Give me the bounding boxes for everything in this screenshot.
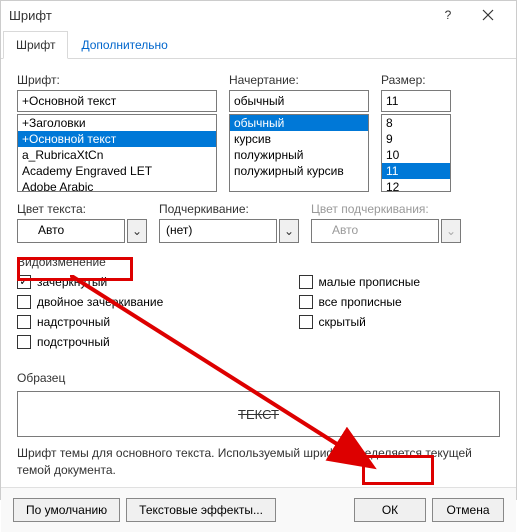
dialog-title: Шрифт — [9, 8, 428, 23]
list-item[interactable]: +Заголовки — [18, 115, 216, 131]
checkbox-smallcaps[interactable]: малые прописные — [299, 275, 501, 289]
checkbox-dstrike[interactable]: двойное зачеркивание — [17, 295, 219, 309]
size-label: Размер: — [381, 73, 451, 87]
style-input[interactable] — [229, 90, 369, 112]
style-label: Начертание: — [229, 73, 369, 87]
size-list[interactable]: 8 9 10 11 12 — [381, 114, 451, 192]
tab-font[interactable]: Шрифт — [3, 31, 68, 59]
size-input[interactable] — [381, 90, 451, 112]
list-item[interactable]: обычный — [230, 115, 368, 131]
help-button[interactable]: ? — [428, 1, 468, 29]
underline-label: Подчеркивание: — [159, 202, 299, 216]
cancel-button[interactable]: Отмена — [432, 498, 504, 522]
underline-combo[interactable]: (нет) ⌄ — [159, 219, 299, 243]
checkbox-strike[interactable]: зачеркнутый — [17, 275, 219, 289]
list-item[interactable]: 10 — [382, 147, 450, 163]
checkbox-allcaps[interactable]: все прописные — [299, 295, 501, 309]
font-input[interactable] — [17, 90, 217, 112]
chevron-down-icon[interactable]: ⌄ — [279, 219, 299, 243]
list-item[interactable]: a_RubricaXtCn — [18, 147, 216, 163]
close-button[interactable] — [468, 1, 508, 29]
list-item[interactable]: +Основной текст — [18, 131, 216, 147]
default-button[interactable]: По умолчанию — [13, 498, 120, 522]
color-label: Цвет текста: — [17, 202, 147, 216]
list-item[interactable]: Adobe Arabic — [18, 179, 216, 192]
effects-label: Видоизменение — [17, 255, 500, 269]
chevron-down-icon[interactable]: ⌄ — [127, 219, 147, 243]
ok-button[interactable]: ОК — [354, 498, 426, 522]
chevron-down-icon: ⌄ — [441, 219, 461, 243]
tab-advanced[interactable]: Дополнительно — [68, 31, 180, 58]
style-list[interactable]: обычный курсив полужирный полужирный кур… — [229, 114, 369, 192]
list-item[interactable]: 12 — [382, 179, 450, 192]
checkbox-subscript[interactable]: подстрочный — [17, 335, 219, 349]
sample-box: ТЕКСТ — [17, 391, 500, 437]
texteffects-button[interactable]: Текстовые эффекты... — [126, 498, 276, 522]
ucolor-combo: Авто ⌄ — [311, 219, 461, 243]
list-item[interactable]: полужирный курсив — [230, 163, 368, 179]
list-item[interactable]: 9 — [382, 131, 450, 147]
hint-text: Шрифт темы для основного текста. Использ… — [17, 445, 500, 479]
sample-label: Образец — [17, 371, 500, 385]
ucolor-label: Цвет подчеркивания: — [311, 202, 461, 216]
list-item[interactable]: курсив — [230, 131, 368, 147]
color-combo[interactable]: Авто ⌄ — [17, 219, 147, 243]
font-list[interactable]: +Заголовки +Основной текст a_RubricaXtCn… — [17, 114, 217, 192]
checkbox-superscript[interactable]: надстрочный — [17, 315, 219, 329]
font-label: Шрифт: — [17, 73, 217, 87]
list-item[interactable]: 11 — [382, 163, 450, 179]
list-item[interactable]: Academy Engraved LET — [18, 163, 216, 179]
checkbox-hidden[interactable]: скрытый — [299, 315, 501, 329]
list-item[interactable]: полужирный — [230, 147, 368, 163]
list-item[interactable]: 8 — [382, 115, 450, 131]
